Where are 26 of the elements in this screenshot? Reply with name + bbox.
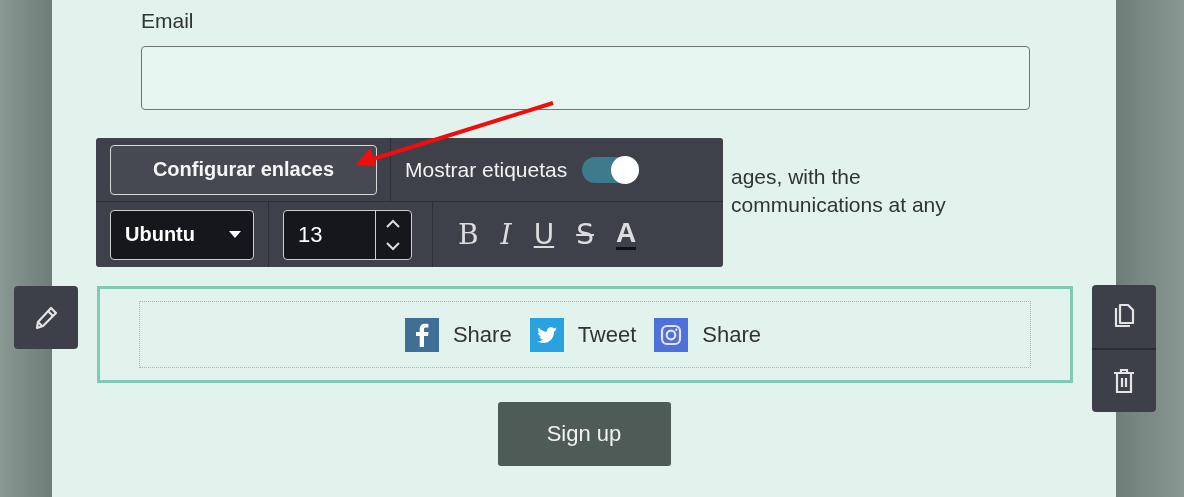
configure-links-button[interactable]: Configurar enlaces [110,144,377,195]
share-link[interactable]: Share [452,321,512,348]
consent-text: communications at any [731,192,946,218]
sign-up-button[interactable]: Sign up [497,402,671,466]
font-dropdown[interactable]: Ubuntu [110,209,254,260]
format-button[interactable]: I [500,218,512,251]
camera-icon [654,317,689,352]
social-block[interactable]: Share Tweet Share [97,286,1073,383]
trash-icon [1112,367,1136,395]
consent-text: ages, with the [731,164,861,190]
edit-button[interactable] [14,286,78,349]
share-link[interactable]: Share [702,321,762,348]
format-button[interactable]: B [458,218,479,251]
show-labels-toggle[interactable] [582,156,640,183]
show-labels-label: Mostrar etiquetas [405,157,568,182]
share-link[interactable]: Tweet [577,321,637,348]
delete-button[interactable] [1092,348,1156,412]
format-button[interactable]: S [576,218,594,251]
bird-icon [529,317,564,352]
email-label: Email [141,8,195,34]
facebook-icon [404,317,439,352]
email-field[interactable] [141,46,1030,110]
format-button[interactable]: U [533,218,555,251]
font-size-field[interactable]: 13 [283,209,412,260]
copy-button[interactable] [1092,285,1156,348]
format-button[interactable]: A [615,219,637,250]
